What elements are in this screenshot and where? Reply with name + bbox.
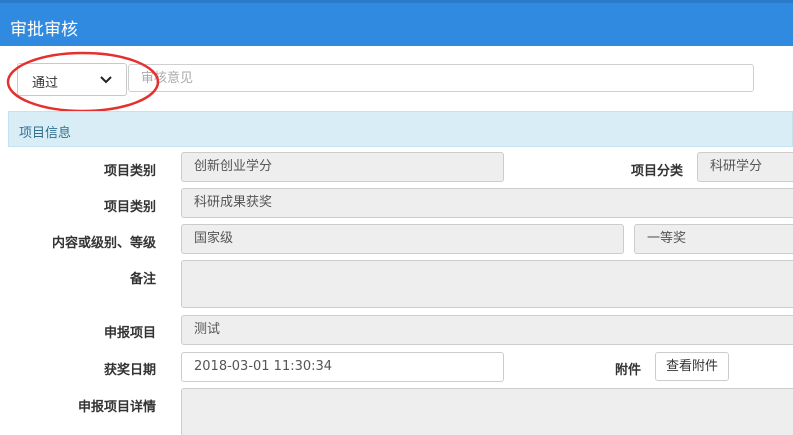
apply-project-field: 测试 [181, 315, 793, 345]
dialog-title: 审批审核 [10, 20, 78, 40]
grade-field: 一等奖 [634, 224, 793, 254]
review-opinion-input[interactable] [128, 64, 754, 92]
view-attachment-button[interactable]: 查看附件 [655, 352, 729, 381]
remark-field [181, 260, 793, 308]
project-category-label: 项目类别 [103, 164, 156, 179]
project-info-section-header: 项目信息 [8, 111, 793, 147]
project-category-field: 创新创业学分 [181, 152, 504, 182]
level-label: 内容或级别、等级 [51, 236, 156, 251]
attachment-label: 附件 [614, 363, 641, 378]
award-date-label: 获奖日期 [103, 363, 156, 378]
apply-project-label: 申报项目 [103, 326, 156, 341]
dialog-header: 审批审核 [0, 0, 793, 46]
level-field: 国家级 [181, 224, 624, 254]
project-category2-field: 科研成果获奖 [181, 188, 793, 218]
project-class-field: 科研学分 [697, 152, 793, 182]
apply-detail-field [181, 388, 793, 435]
award-date-field[interactable]: 2018-03-01 11:30:34 [181, 352, 504, 382]
project-category2-label: 项目类别 [103, 200, 156, 215]
section-title: 项目信息 [19, 126, 72, 141]
project-class-label: 项目分类 [630, 164, 683, 179]
annotation-circle [6, 51, 160, 113]
apply-detail-label: 申报项目详情 [77, 400, 156, 415]
remark-label: 备注 [129, 272, 156, 287]
